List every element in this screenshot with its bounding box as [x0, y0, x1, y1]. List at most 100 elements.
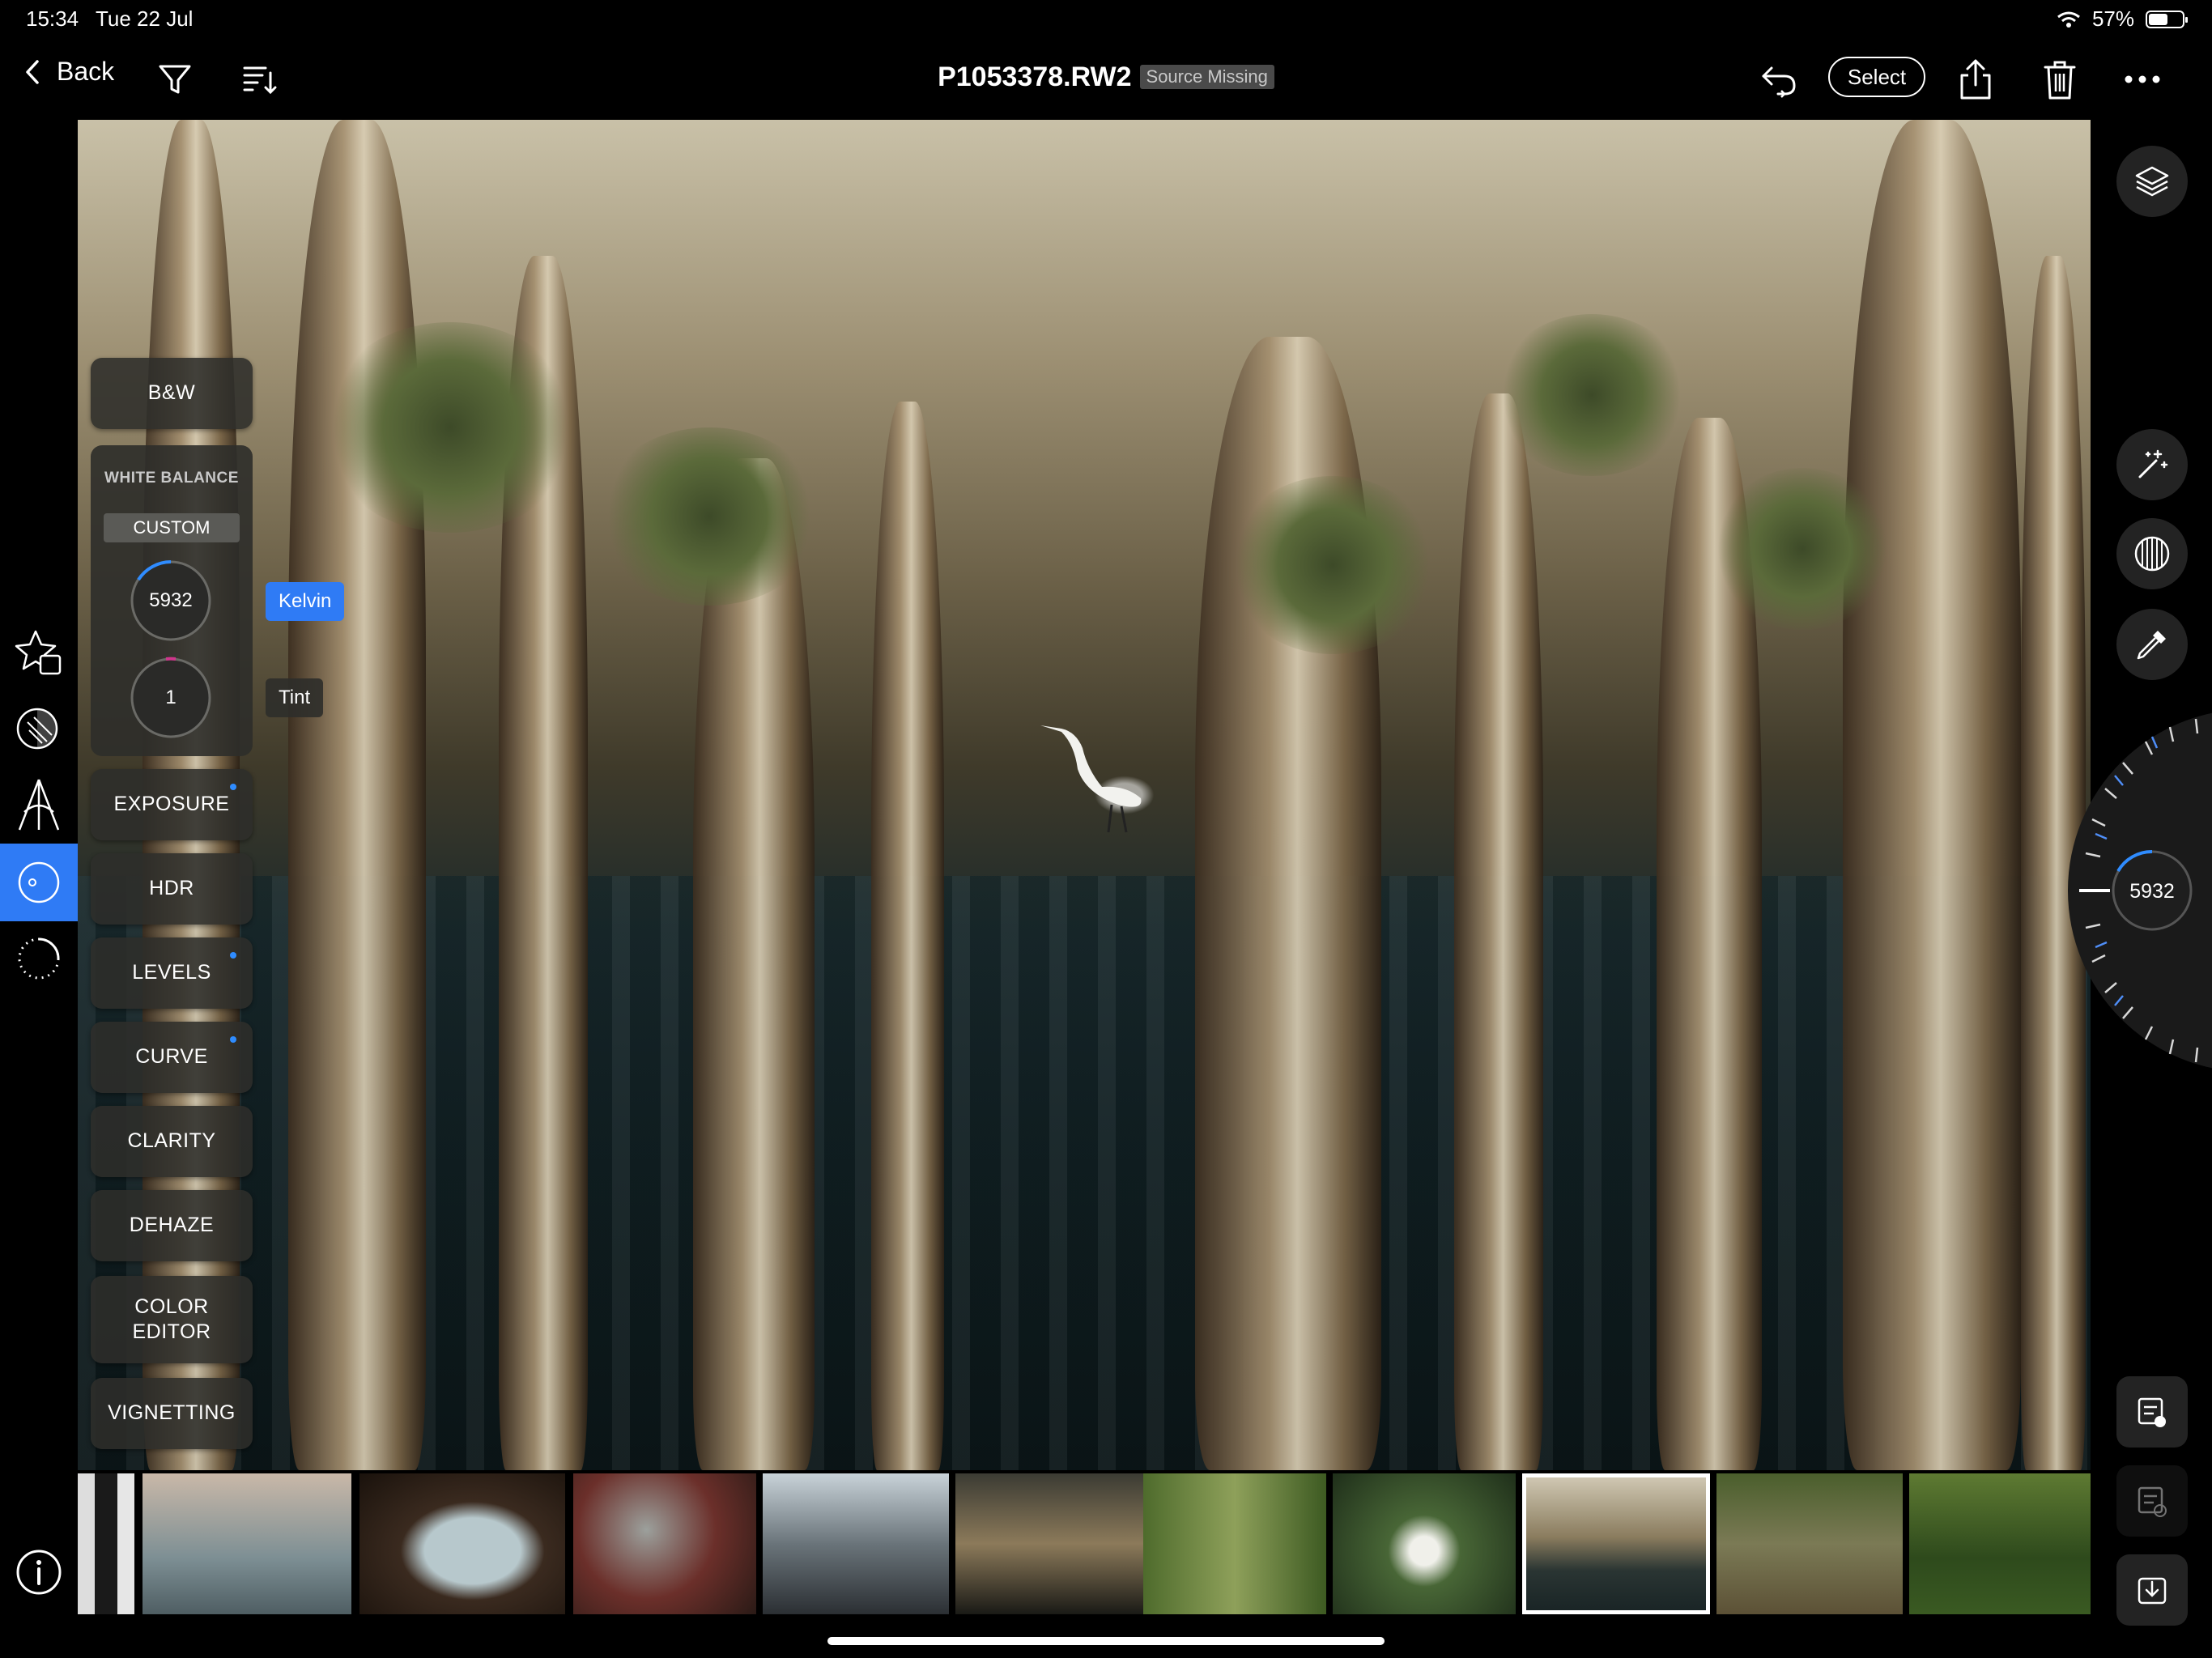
thumbnail-selected[interactable]: [1522, 1473, 1710, 1614]
kelvin-value: 5932: [149, 589, 193, 611]
wifi-icon: [2057, 11, 2080, 28]
rail-adjust-button[interactable]: [0, 690, 78, 767]
tree-trunk: [1843, 120, 2021, 1470]
star-presets-icon: [15, 630, 62, 675]
rail-geometry-button[interactable]: [0, 766, 78, 844]
select-button[interactable]: Select: [1828, 57, 1925, 97]
thumbnail[interactable]: [1333, 1473, 1516, 1614]
vignetting-button[interactable]: VIGNETTING: [91, 1378, 253, 1449]
bromeliad-clump: [1227, 476, 1438, 654]
thumbnail[interactable]: [359, 1473, 565, 1614]
filmstrip[interactable]: [78, 1472, 2091, 1616]
more-button[interactable]: [2120, 60, 2165, 99]
adjustments-copy-icon: [2138, 1397, 2166, 1427]
auto-adjust-button[interactable]: [2116, 429, 2188, 500]
color-adjust-icon: [16, 708, 58, 750]
levels-button[interactable]: LEVELS: [91, 937, 253, 1009]
layers-button[interactable]: [2116, 146, 2188, 217]
mask-icon: [2134, 536, 2170, 572]
battery-percent: 57%: [2091, 6, 2134, 31]
more-icon: [2125, 75, 2160, 83]
tree-trunk: [871, 402, 944, 1470]
exposure-label: EXPOSURE: [113, 793, 230, 816]
value-dial[interactable]: 5932: [2031, 712, 2212, 1069]
hdr-label: HDR: [149, 877, 194, 900]
tint-tag[interactable]: Tint: [266, 678, 324, 717]
bromeliad-clump: [321, 322, 580, 533]
clarity-button[interactable]: CLARITY: [91, 1106, 253, 1177]
thumbnail[interactable]: [1143, 1473, 1326, 1614]
dehaze-button[interactable]: DEHAZE: [91, 1190, 253, 1261]
bromeliad-clump: [1495, 314, 1689, 476]
eyedropper-button[interactable]: [2116, 609, 2188, 680]
info-icon: [16, 1550, 62, 1595]
modified-indicator: [230, 1036, 236, 1043]
tint-value: 1: [165, 687, 177, 708]
layers-icon: [2135, 166, 2169, 197]
tree-trunk: [288, 120, 426, 1470]
modified-indicator: [230, 784, 236, 790]
share-button[interactable]: [1953, 55, 1998, 104]
undo-button[interactable]: [1757, 58, 1802, 104]
copy-adjustments-button[interactable]: [2116, 1376, 2188, 1448]
bromeliad-clump: [1713, 468, 1891, 630]
dehaze-label: DEHAZE: [129, 1214, 215, 1237]
kelvin-tag[interactable]: Kelvin: [266, 582, 345, 621]
home-indicator[interactable]: [827, 1637, 1385, 1645]
white-balance-panel: WHITE BALANCE CUSTOM 5932 1: [91, 445, 253, 756]
thumbnail[interactable]: [573, 1473, 756, 1614]
trash-icon: [2044, 61, 2076, 100]
tint-knob[interactable]: 1: [129, 656, 213, 740]
thumbnail[interactable]: [955, 1473, 1143, 1614]
bw-button[interactable]: B&W: [91, 358, 253, 429]
adjustments-paste-icon: [2138, 1486, 2167, 1517]
thumbnail[interactable]: [143, 1473, 351, 1614]
mask-button[interactable]: [2116, 518, 2188, 589]
file-name: P1053378.RW2: [938, 62, 1132, 92]
color-editor-label: COLOR EDITOR: [132, 1295, 211, 1343]
magic-wand-icon: [2138, 449, 2168, 478]
bromeliad-clump: [596, 427, 823, 606]
paste-adjustments-button[interactable]: [2116, 1465, 2188, 1537]
kelvin-knob[interactable]: 5932: [129, 559, 213, 643]
info-button[interactable]: [15, 1548, 63, 1596]
thumbnail[interactable]: [78, 1473, 134, 1614]
undo-icon: [1762, 66, 1796, 98]
dial-value: 5932: [2129, 880, 2175, 903]
status-right: 57%: [2057, 6, 2188, 32]
rail-tools-button[interactable]: [0, 844, 78, 921]
modified-indicator: [230, 952, 236, 959]
source-missing-badge: Source Missing: [1139, 65, 1274, 89]
vignetting-label: VIGNETTING: [108, 1401, 236, 1425]
thumbnail[interactable]: [763, 1473, 949, 1614]
left-tool-rail: [0, 120, 78, 1470]
export-button[interactable]: [2116, 1554, 2188, 1626]
dotted-circle-icon: [18, 937, 60, 980]
thumbnail[interactable]: [1909, 1473, 2091, 1614]
eyedropper-icon: [2137, 631, 2166, 660]
status-time: 15:34: [26, 6, 79, 31]
status-bar: 15:34 Tue 22 Jul 57%: [0, 0, 2212, 39]
delete-button[interactable]: [2037, 55, 2082, 104]
egret-figure: [1040, 725, 1142, 833]
clarity-label: CLARITY: [127, 1129, 216, 1153]
tree-trunk: [693, 458, 815, 1470]
color-editor-button[interactable]: COLOR EDITOR: [91, 1276, 253, 1363]
exposure-button[interactable]: EXPOSURE: [91, 769, 253, 840]
export-icon: [2138, 1577, 2167, 1605]
levels-label: LEVELS: [132, 961, 211, 984]
thumbnail[interactable]: [1716, 1473, 1903, 1614]
tree-trunk: [1454, 393, 1543, 1470]
adjustments-dial-icon: [18, 861, 60, 903]
rail-presets-button[interactable]: [0, 614, 78, 691]
white-balance-mode[interactable]: CUSTOM: [104, 513, 240, 542]
share-icon: [1960, 59, 1991, 100]
hdr-button[interactable]: HDR: [91, 853, 253, 925]
photo-canvas[interactable]: [78, 120, 2091, 1470]
status-date: Tue 22 Jul: [96, 6, 194, 31]
rail-retouch-button[interactable]: [0, 920, 78, 997]
battery-icon: [2146, 10, 2188, 28]
curve-label: CURVE: [135, 1045, 208, 1069]
top-toolbar: Back P1053378.RW2 Source Missing Select: [0, 39, 2212, 120]
curve-button[interactable]: CURVE: [91, 1022, 253, 1093]
